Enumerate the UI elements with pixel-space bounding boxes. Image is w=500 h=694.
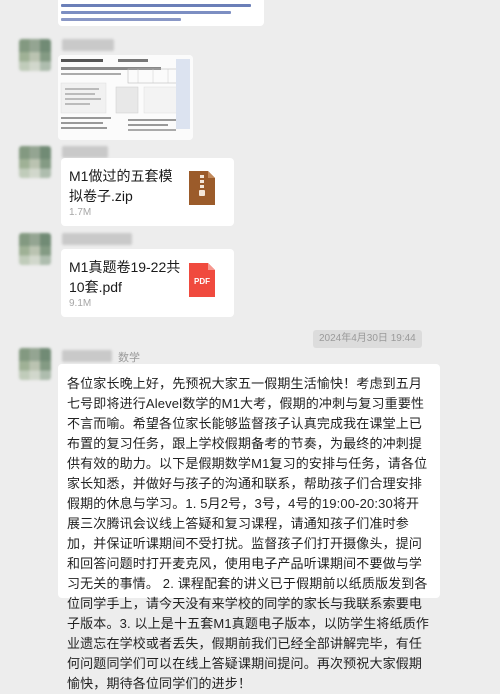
zip-icon bbox=[189, 171, 215, 205]
avatar[interactable] bbox=[19, 348, 51, 380]
sender-name-blurred bbox=[62, 350, 112, 362]
file-size: 9.1M bbox=[69, 298, 92, 309]
image-thumbnail bbox=[58, 55, 193, 140]
image-message[interactable] bbox=[58, 55, 193, 140]
text-message[interactable]: 各位家长晚上好，先预祝大家五一假期生活愉快！考虑到五月七号即将进行Alevel数… bbox=[58, 364, 440, 691]
sender-name-blurred bbox=[62, 39, 114, 51]
top-image-snippet[interactable] bbox=[58, 0, 264, 26]
top-line-3 bbox=[61, 18, 181, 21]
sender-name-suffix: 数学 bbox=[118, 352, 140, 364]
file-card-pdf[interactable]: M1真题卷19-22共10套.pdf 9.1M PDF bbox=[61, 249, 234, 317]
top-line-2 bbox=[61, 11, 231, 14]
file-card-zip[interactable]: M1做过的五套模拟卷子.zip 1.7M bbox=[61, 158, 234, 226]
top-line-1 bbox=[61, 4, 251, 7]
avatar[interactable] bbox=[19, 39, 51, 71]
file-name: M1真题卷19-22共10套.pdf bbox=[69, 259, 181, 295]
avatar[interactable] bbox=[19, 233, 51, 265]
file-name: M1做过的五套模拟卷子.zip bbox=[69, 168, 173, 204]
file-size: 1.7M bbox=[69, 207, 92, 218]
sender-name-blurred bbox=[62, 233, 132, 245]
pdf-badge: PDF bbox=[194, 277, 210, 286]
avatar[interactable] bbox=[19, 146, 51, 178]
timestamp: 2024年4月30日 19:44 bbox=[313, 330, 422, 348]
sender-name-blurred bbox=[62, 146, 108, 158]
